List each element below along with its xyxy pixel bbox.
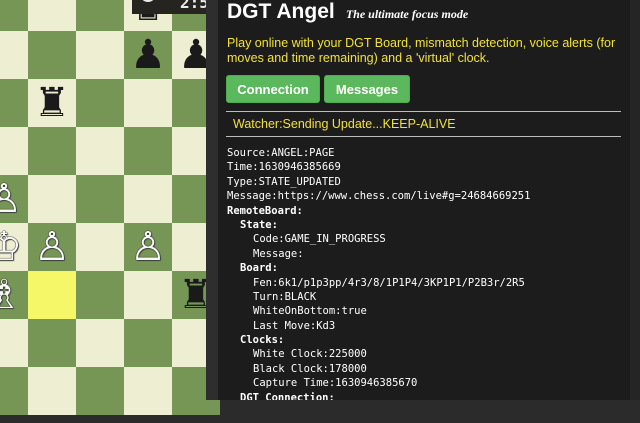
app-subtitle: The ultimate focus mode xyxy=(345,7,469,21)
watcher-status: Watcher:Sending Update...KEEP-ALIVE xyxy=(233,117,456,131)
log-line: Message:https://www.chess.com/live#g=246… xyxy=(227,190,531,203)
clock-icon xyxy=(140,0,156,2)
board-square[interactable] xyxy=(76,367,124,415)
log-line: Black Clock:178000 xyxy=(253,362,367,375)
white-bishop[interactable]: ♗ xyxy=(0,271,28,319)
board-square[interactable] xyxy=(28,175,76,223)
log-line: Fen:6k1/p1p3pp/4r3/8/1P1P4/3KP1P1/P2B3r/… xyxy=(253,276,525,289)
log-line: Source:ANGEL:PAGE xyxy=(227,147,335,159)
log-line: White Clock:225000 xyxy=(253,348,367,361)
white-pawn[interactable]: ♙ xyxy=(0,175,28,223)
player-clock: 2:5 xyxy=(132,0,212,14)
board-square[interactable] xyxy=(76,223,124,271)
divider xyxy=(226,136,621,137)
board-square[interactable] xyxy=(28,127,76,175)
black-pawn[interactable]: ♟ xyxy=(124,31,172,79)
log-line: Message: xyxy=(253,247,304,260)
board-square[interactable] xyxy=(124,319,172,367)
panel-separator xyxy=(206,0,218,400)
board-square[interactable] xyxy=(0,0,28,31)
divider xyxy=(226,111,621,112)
log-line: Type:STATE_UPDATED xyxy=(227,175,341,188)
log-line: Turn:BLACK xyxy=(253,290,317,303)
log-line: Clocks: xyxy=(240,334,285,347)
extension-popup: DGT Angel The ultimate focus mode Play o… xyxy=(218,0,630,400)
board-square[interactable] xyxy=(124,367,172,415)
board-square[interactable] xyxy=(28,31,76,79)
board-square[interactable] xyxy=(76,175,124,223)
black-rook[interactable]: ♜ xyxy=(28,79,76,127)
chess-board[interactable]: ♚ ♟ ♟ ♜ ♙ ♔ ♙ ♙ ♗ ♜ xyxy=(0,0,220,423)
board-square[interactable] xyxy=(76,127,124,175)
white-pawn[interactable]: ♙ xyxy=(124,223,172,271)
log-line: Board: xyxy=(240,262,278,275)
white-king[interactable]: ♔ xyxy=(0,223,28,271)
app-title: DGT Angel xyxy=(227,0,335,23)
log-line: State: xyxy=(240,218,278,231)
board-square[interactable] xyxy=(28,0,76,31)
log-line: WhiteOnBottom:true xyxy=(253,305,367,318)
board-square[interactable] xyxy=(0,319,28,367)
log-line: Code:GAME_IN_PROGRESS xyxy=(253,233,386,246)
board-square[interactable] xyxy=(124,271,172,319)
scrollbar[interactable] xyxy=(630,0,640,400)
board-square[interactable] xyxy=(28,367,76,415)
clock-time: 2:5 xyxy=(180,0,209,12)
board-square[interactable] xyxy=(76,319,124,367)
log-line: RemoteBoard: xyxy=(227,204,303,217)
log-line: DGT Connection: xyxy=(240,391,335,400)
board-square[interactable] xyxy=(76,271,124,319)
board-square[interactable] xyxy=(124,127,172,175)
board-square[interactable] xyxy=(28,319,76,367)
board-square[interactable] xyxy=(124,175,172,223)
log-line: Capture Time:1630946385670 xyxy=(253,377,418,390)
board-square[interactable] xyxy=(76,0,124,31)
board-square[interactable] xyxy=(0,127,28,175)
board-square[interactable] xyxy=(0,367,28,415)
white-pawn[interactable]: ♙ xyxy=(28,223,76,271)
board-square[interactable] xyxy=(0,79,28,127)
board-square[interactable] xyxy=(76,79,124,127)
board-square[interactable] xyxy=(76,31,124,79)
board-square[interactable] xyxy=(124,79,172,127)
app-description: Play online with your DGT Board, mismatc… xyxy=(227,36,616,65)
log-line: Last Move:Kd3 xyxy=(253,319,336,332)
board-square[interactable] xyxy=(0,31,28,79)
message-log: Source:ANGEL:PAGE Time:1630946385669 Type:… xyxy=(227,146,627,400)
log-line: Time:1630946385669 xyxy=(227,161,341,174)
messages-button[interactable]: Messages xyxy=(324,75,410,103)
board-square[interactable] xyxy=(28,271,76,319)
connection-button[interactable]: Connection xyxy=(226,75,320,103)
header: DGT Angel The ultimate focus mode xyxy=(227,0,468,26)
